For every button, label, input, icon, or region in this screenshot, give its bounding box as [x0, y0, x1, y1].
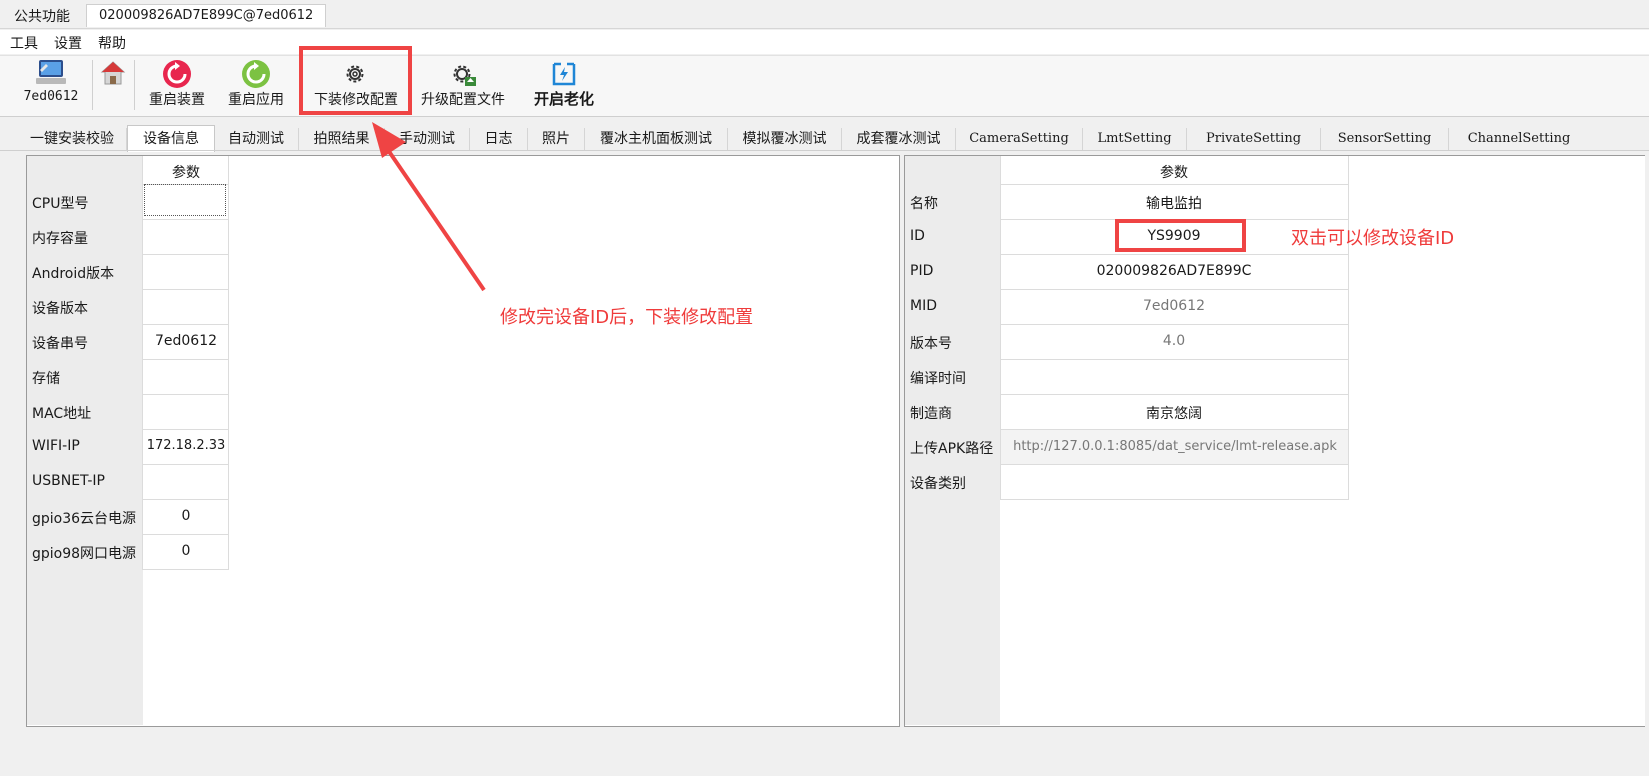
label-gpio36-power: gpio36云台电源	[32, 511, 137, 527]
value-serial-number[interactable]: 7ed0612	[143, 333, 229, 349]
toolbar-separator	[134, 60, 135, 110]
label-serial-number: 设备串号	[32, 336, 88, 352]
grid-line	[143, 394, 229, 395]
grid-line	[1001, 359, 1349, 360]
grid-line	[1001, 499, 1349, 500]
tab-device-info[interactable]: 设备信息	[127, 125, 215, 152]
restart-app-icon[interactable]	[241, 59, 271, 89]
tab-common-functions[interactable]: 公共功能	[14, 6, 70, 28]
grid-line	[1001, 289, 1349, 290]
tab-content-divider	[0, 150, 1649, 151]
tab-sensor-setting[interactable]: SensorSetting	[1321, 128, 1449, 150]
home-icon[interactable]	[100, 60, 126, 86]
label-device-version: 设备版本	[32, 301, 88, 317]
value-apk-path: http://127.0.0.1:8085/dat_service/lmt-re…	[1013, 439, 1337, 454]
highlight-box-id	[1115, 219, 1246, 252]
grid-line	[1001, 184, 1349, 185]
annotation-id-note: 双击可以修改设备ID	[1291, 228, 1455, 249]
aging-icon[interactable]	[551, 60, 577, 88]
label-gpio98-power: gpio98网口电源	[32, 546, 137, 562]
label-android-version: Android版本	[32, 266, 115, 282]
grid-line	[143, 324, 229, 325]
label-mac-address: MAC地址	[32, 406, 92, 422]
column-header: 参数	[1160, 165, 1188, 181]
grid-line	[143, 254, 229, 255]
grid-line	[1001, 394, 1349, 395]
gear-upload-icon[interactable]	[450, 62, 478, 88]
value-pid[interactable]: 020009826AD7E899C	[1000, 263, 1348, 279]
tab-icing-panel-test[interactable]: 覆冰主机面板测试	[585, 128, 728, 150]
tab-private-setting[interactable]: PrivateSetting	[1187, 128, 1321, 150]
menu-bar	[0, 30, 1649, 54]
toolbar-separator	[92, 60, 93, 110]
highlight-box-deploy	[299, 46, 412, 115]
label-usbnet-ip: USBNET-IP	[32, 473, 105, 489]
device-label: 7ed0612	[23, 89, 79, 104]
label-cpu-model: CPU型号	[32, 196, 89, 212]
value-wifi-ip[interactable]: 172.18.2.33	[143, 438, 229, 453]
value-name[interactable]: 输电监拍	[1000, 193, 1348, 213]
label-build-time: 编译时间	[910, 371, 966, 387]
tab-lmt-setting[interactable]: LmtSetting	[1083, 128, 1187, 150]
grid-line	[1348, 156, 1349, 500]
upgrade-config-button[interactable]: 升级配置文件	[412, 89, 514, 109]
tab-complete-icing-test[interactable]: 成套覆冰测试	[842, 128, 956, 150]
grid-line	[1001, 324, 1349, 325]
label-pid: PID	[910, 263, 934, 279]
value-gpio98-power[interactable]: 0	[143, 543, 229, 559]
grid-line	[1001, 464, 1349, 465]
tab-camera-setting[interactable]: CameraSetting	[956, 128, 1083, 150]
restart-device-button[interactable]: 重启装置	[142, 89, 212, 109]
label-memory: 内存容量	[32, 231, 88, 247]
menu-settings[interactable]: 设置	[54, 33, 82, 53]
grid-line	[143, 429, 229, 430]
grid-line	[143, 569, 229, 570]
tab-channel-setting[interactable]: ChannelSetting	[1449, 128, 1589, 150]
value-gpio36-power[interactable]: 0	[143, 508, 229, 524]
value-manufacturer[interactable]: 南京悠阔	[1000, 403, 1348, 423]
menu-tools[interactable]: 工具	[10, 33, 38, 53]
tab-device-session[interactable]: 020009826AD7E899C@7ed0612	[86, 4, 327, 27]
value-version: 4.0	[1162, 333, 1186, 349]
grid-line	[1001, 254, 1349, 255]
label-device-category: 设备类别	[910, 476, 966, 492]
column-header: 参数	[172, 165, 200, 181]
computer-icon[interactable]	[34, 58, 68, 88]
value-mid: 7ed0612	[1142, 298, 1206, 314]
restart-app-button[interactable]: 重启应用	[221, 89, 291, 109]
tab-photos[interactable]: 照片	[528, 128, 585, 150]
grid-line	[143, 219, 229, 220]
cpu-model-cell[interactable]	[144, 184, 226, 216]
grid-line	[143, 534, 229, 535]
label-id: ID	[910, 228, 925, 244]
annotation-arrow	[372, 122, 486, 292]
start-aging-button[interactable]: 开启老化	[522, 88, 606, 109]
grid-line	[143, 499, 229, 500]
menu-help[interactable]: 帮助	[98, 33, 126, 53]
label-apk-path: 上传APK路径	[910, 441, 994, 457]
tab-one-click-install[interactable]: 一键安装校验	[18, 128, 127, 150]
tab-simulated-icing-test[interactable]: 模拟覆冰测试	[728, 128, 842, 150]
top-tab-divider	[0, 28, 1649, 29]
grid-line	[143, 464, 229, 465]
label-storage: 存储	[32, 371, 60, 387]
label-wifi-ip: WIFI-IP	[32, 438, 80, 454]
restart-device-icon[interactable]	[162, 59, 192, 89]
label-name: 名称	[910, 196, 938, 212]
label-manufacturer: 制造商	[910, 406, 952, 422]
tab-auto-test[interactable]: 自动测试	[214, 128, 299, 150]
grid-line	[143, 289, 229, 290]
annotation-arrow-note: 修改完设备ID后，下装修改配置	[500, 307, 754, 328]
label-mid: MID	[910, 298, 937, 314]
label-version: 版本号	[910, 336, 952, 352]
grid-line	[143, 359, 229, 360]
